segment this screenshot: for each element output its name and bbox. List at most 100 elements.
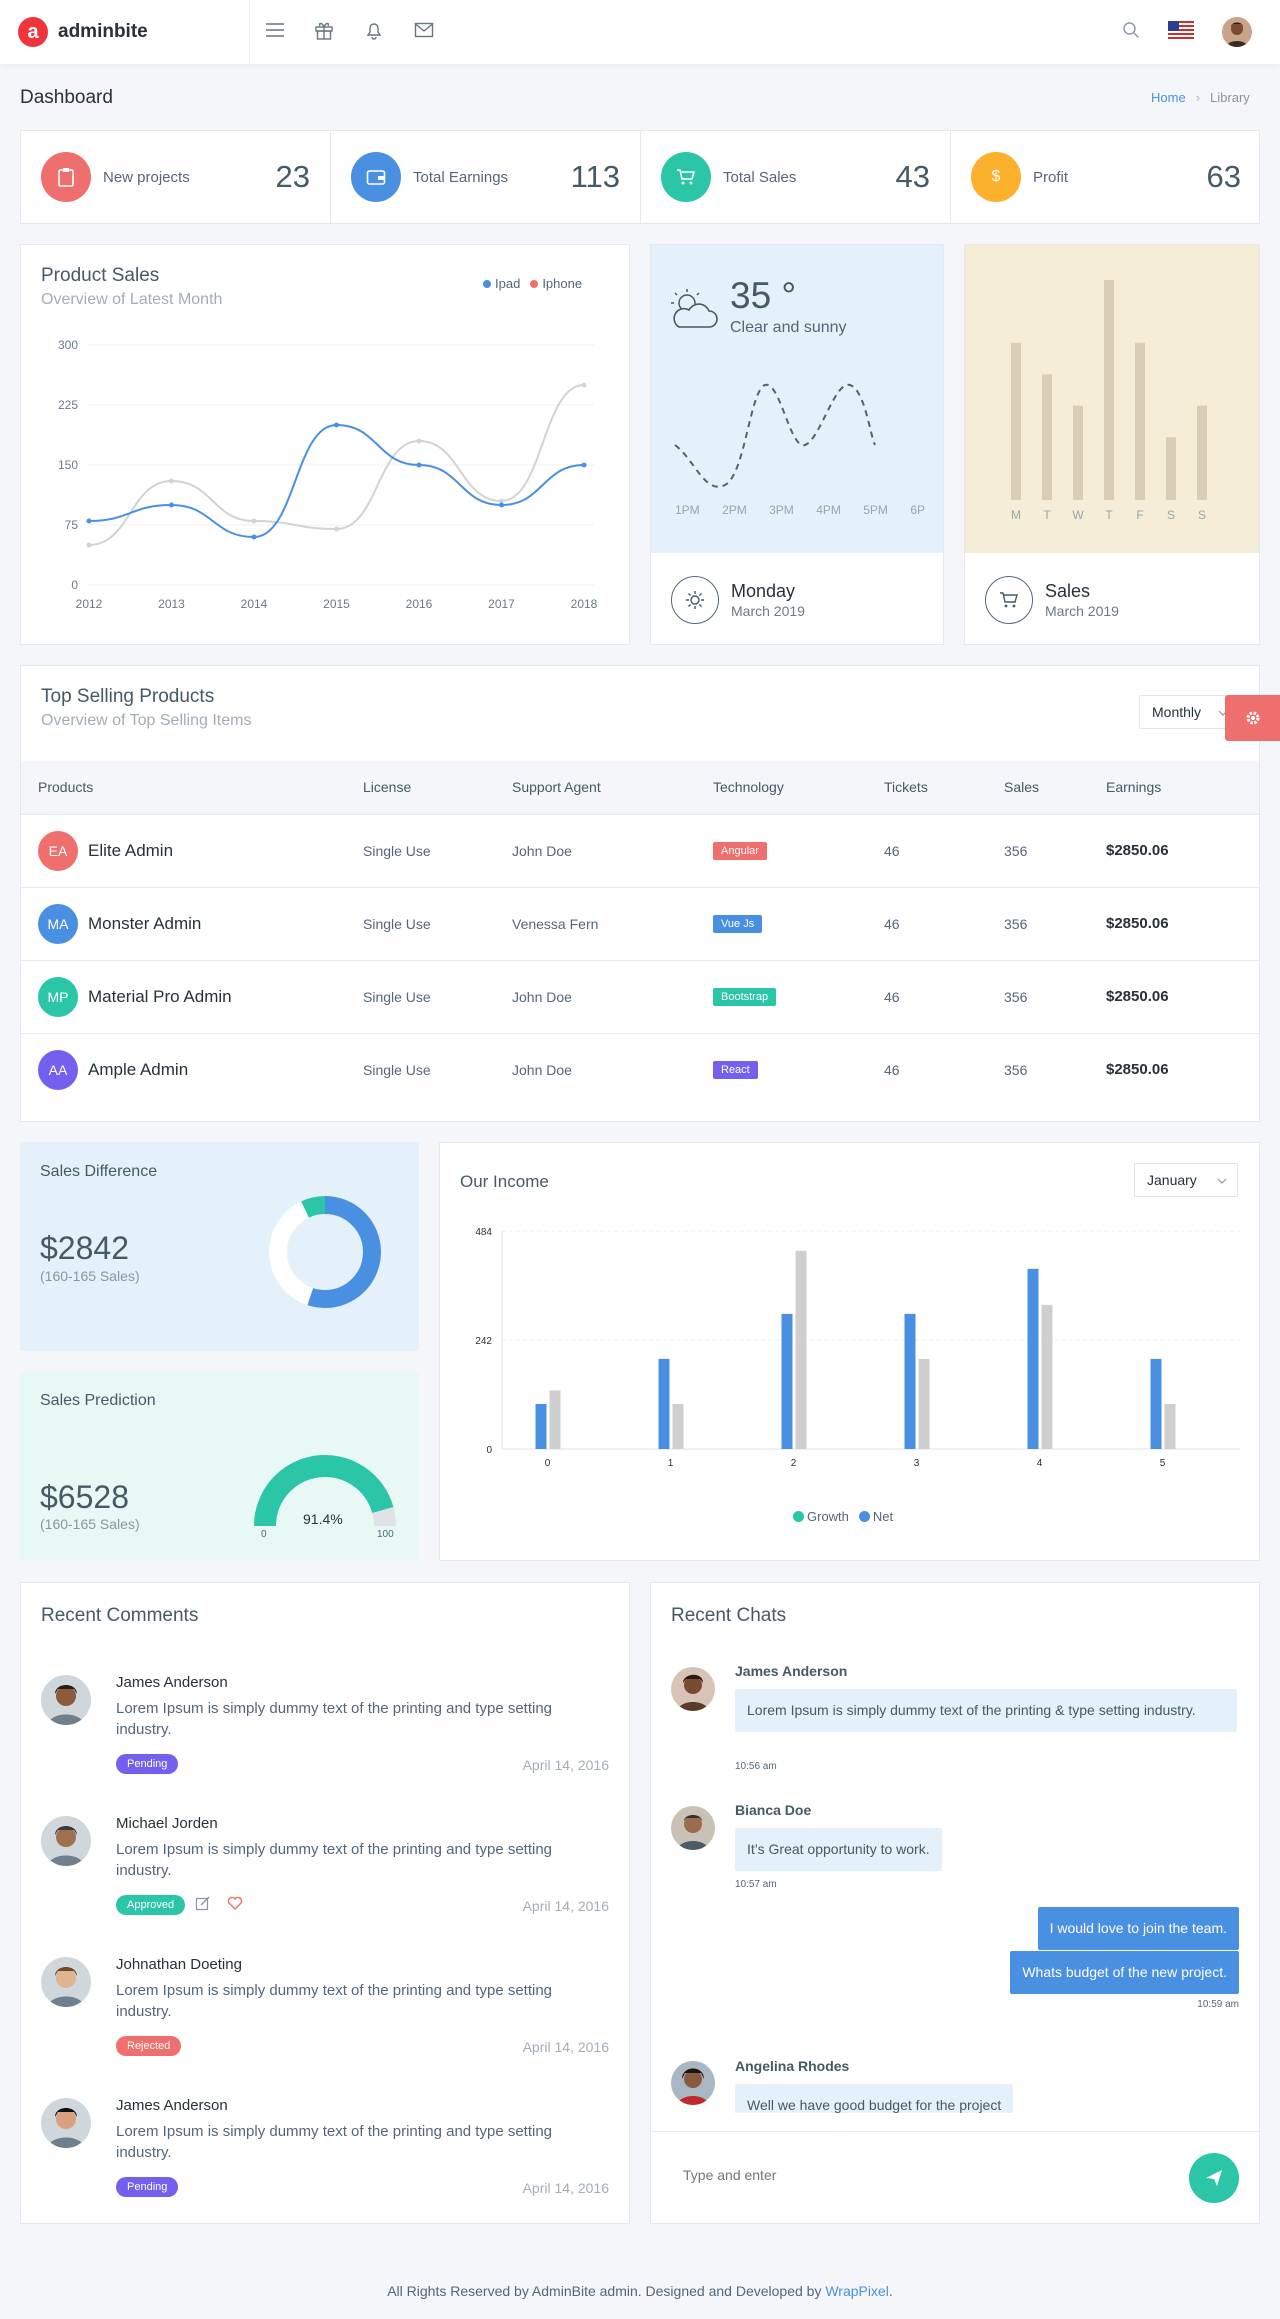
menu-icon[interactable] (263, 18, 287, 42)
month-select[interactable]: January (1134, 1163, 1238, 1197)
earnings-cell: $2850.06 (1106, 842, 1169, 859)
data-point[interactable] (334, 526, 339, 532)
product-name[interactable]: Elite Admin (88, 841, 173, 860)
column-header[interactable]: Earnings (1106, 761, 1259, 814)
product-avatar: MP (38, 976, 78, 1017)
send-button[interactable] (1189, 2153, 1239, 2203)
weekly-sales-card: M T W T F S S Sales March 2019 (964, 244, 1260, 645)
data-point[interactable] (581, 462, 587, 468)
bar[interactable] (795, 1250, 807, 1449)
chat-time: 10:59 am (1197, 1999, 1239, 2010)
data-point[interactable] (416, 438, 422, 444)
license-cell: Single Use (363, 842, 431, 859)
y-tick-label: 75 (65, 518, 79, 532)
table-header-row: Products License Support Agent Technolog… (21, 761, 1259, 814)
data-point[interactable] (416, 462, 422, 468)
sales-title: Sales (1045, 581, 1091, 601)
bar[interactable] (1073, 405, 1083, 500)
chat-messages: James Anderson Lorem Ipsum is simply dum… (651, 1651, 1259, 2113)
footer-link[interactable]: WrapPixel (825, 2283, 889, 2299)
avatar (41, 1957, 91, 2007)
bar[interactable] (918, 1358, 930, 1449)
product-cell: EA Elite Admin (21, 814, 363, 887)
product-avatar: AA (38, 1049, 78, 1090)
stat-value: 63 (1206, 159, 1241, 194)
bar[interactable] (549, 1390, 561, 1449)
chat-sender: Angelina Rhodes (735, 2058, 850, 2074)
mail-icon[interactable] (412, 18, 436, 42)
data-point[interactable] (581, 382, 587, 388)
license-cell: Single Use (363, 915, 431, 932)
data-point[interactable] (334, 422, 339, 428)
data-point[interactable] (251, 534, 257, 540)
column-header[interactable]: Sales (1004, 761, 1106, 814)
bell-icon[interactable] (362, 18, 386, 42)
stat-value: 113 (570, 159, 620, 194)
data-point[interactable] (86, 542, 92, 548)
stat-total-earnings: Total Earnings 113 (331, 131, 641, 223)
data-point[interactable] (499, 502, 504, 508)
period-select[interactable]: Monthly (1139, 695, 1237, 729)
settings-toggle[interactable] (1225, 695, 1280, 741)
bar[interactable] (1135, 342, 1145, 500)
day-label: W (1072, 508, 1084, 522)
heart-icon[interactable] (227, 1895, 243, 1916)
bar[interactable] (658, 1358, 670, 1449)
technology-cell: React (713, 1033, 884, 1106)
agent-cell: John Doe (512, 1061, 572, 1078)
breadcrumb-home[interactable]: Home (1151, 90, 1186, 105)
brand-logo[interactable]: a adminbite (0, 0, 250, 64)
sales-difference-sub: (160-165 Sales) (40, 1268, 140, 1284)
bar[interactable] (1042, 374, 1052, 500)
x-tick-label: 1 (668, 1458, 674, 1469)
bar[interactable] (1011, 342, 1021, 500)
bar[interactable] (672, 1403, 684, 1449)
gift-icon[interactable] (312, 18, 336, 42)
stat-total-sales: Total Sales 43 (641, 131, 951, 223)
y-tick-label: 484 (475, 1227, 492, 1238)
column-header[interactable]: Products (21, 761, 363, 814)
data-point[interactable] (86, 518, 92, 524)
income-legend: Growth Net (793, 1509, 893, 1524)
table-row[interactable]: MA Monster Admin Single Use Venessa Fern Vue… (21, 887, 1259, 960)
bar[interactable] (1197, 405, 1207, 500)
table-row[interactable]: EA Elite Admin Single Use John Doe Angular 46… (21, 814, 1259, 887)
data-point[interactable] (251, 518, 257, 524)
edit-icon[interactable] (195, 1895, 211, 1916)
sales-prediction-value: $6528 (40, 1479, 129, 1515)
column-header[interactable]: Tickets (884, 761, 1004, 814)
user-avatar[interactable] (1222, 17, 1252, 47)
gauge-label: 91.4% (303, 1511, 343, 1527)
search-icon[interactable] (1119, 18, 1143, 42)
sales-prediction-card: Sales Prediction $6528 (160-165 Sales) 9… (20, 1371, 419, 1560)
product-name[interactable]: Ample Admin (88, 1060, 188, 1079)
product-cell: MP Material Pro Admin (21, 960, 363, 1033)
bar[interactable] (904, 1313, 916, 1449)
status-badge: Pending (116, 2177, 179, 2197)
bar[interactable] (535, 1403, 547, 1449)
bar[interactable] (1150, 1358, 1162, 1449)
stat-value: 23 (275, 159, 310, 194)
data-point[interactable] (169, 502, 174, 508)
bar[interactable] (1166, 437, 1176, 500)
comment-item: Johnathan Doeting Lorem Ipsum is simply d… (21, 1933, 629, 2074)
chat-input[interactable] (671, 2149, 1171, 2201)
product-name[interactable]: Material Pro Admin (88, 987, 232, 1006)
bar[interactable] (1027, 1268, 1039, 1449)
x-tick-label: 2016 (406, 597, 433, 611)
table-row[interactable]: MP Material Pro Admin Single Use John Doe Bo… (21, 960, 1259, 1033)
legend-item: Growth (793, 1509, 849, 1524)
bar[interactable] (1164, 1403, 1176, 1449)
column-header[interactable]: Technology (713, 761, 884, 814)
us-flag-icon[interactable] (1168, 18, 1194, 42)
bar[interactable] (781, 1313, 793, 1449)
product-name[interactable]: Monster Admin (88, 914, 201, 933)
bar[interactable] (1041, 1304, 1053, 1449)
column-header[interactable]: Support Agent (512, 761, 713, 814)
comment-date: April 14, 2016 (522, 2039, 609, 2055)
bar[interactable] (1104, 280, 1114, 500)
table-row[interactable]: AA Ample Admin Single Use John Doe React 46 35… (21, 1033, 1259, 1106)
chat-sender: Bianca Doe (735, 1802, 812, 1818)
column-header[interactable]: License (363, 761, 512, 814)
data-point[interactable] (169, 478, 174, 484)
